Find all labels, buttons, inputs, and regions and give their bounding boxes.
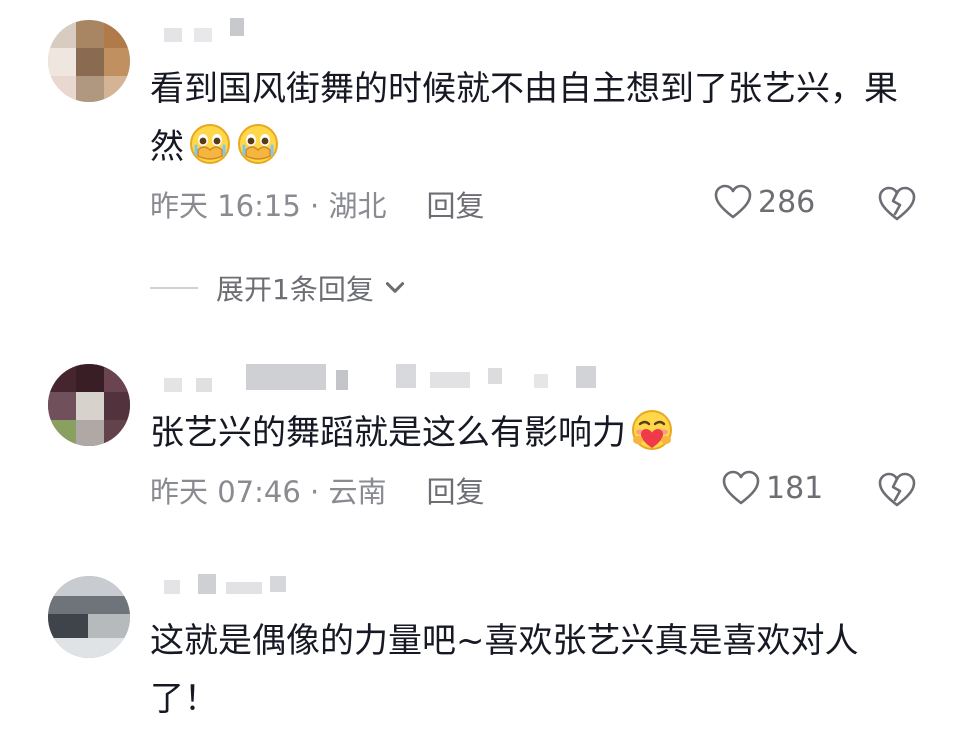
- comment-text-content: 张艺兴的舞蹈就是这么有影响力: [150, 413, 626, 453]
- comment-meta: 昨天 07:46 · 云南 回复: [150, 470, 484, 510]
- like-count: 286: [758, 184, 816, 220]
- dislike-button[interactable]: [878, 186, 916, 222]
- expand-replies-button[interactable]: 展开1条回复: [150, 268, 408, 308]
- like-button[interactable]: 181: [722, 470, 823, 506]
- avatar[interactable]: [48, 364, 130, 446]
- chevron-down-icon: [385, 282, 404, 293]
- heart-hug-face-emoji-icon: [630, 408, 674, 452]
- like-count: 181: [766, 470, 824, 506]
- pleading-hands-face-emoji-icon: [236, 122, 280, 166]
- comment-text: 这就是偶像的力量吧~喜欢张艺兴真是喜欢对人了！: [150, 612, 910, 728]
- comment-text-content: 这就是偶像的力量吧~喜欢张艺兴真是喜欢对人了！: [150, 621, 859, 719]
- avatar[interactable]: [48, 20, 130, 102]
- like-button[interactable]: 286: [714, 184, 815, 220]
- comment-text: 看到国风街舞的时候就不由自主想到了张艺兴，果然: [150, 60, 910, 176]
- reply-button[interactable]: 回复: [426, 469, 484, 511]
- username-blurred[interactable]: [150, 364, 630, 392]
- expand-replies-label: 展开1条回复: [216, 273, 374, 306]
- broken-heart-icon: [878, 472, 916, 507]
- comment-text: 张艺兴的舞蹈就是这么有影响力: [150, 404, 910, 462]
- heart-icon: [714, 184, 752, 219]
- timestamp-location: 昨天 16:15 · 湖北: [150, 189, 387, 223]
- reply-button[interactable]: 回复: [426, 183, 484, 225]
- timestamp-location: 昨天 07:46 · 云南: [150, 475, 387, 509]
- pleading-hands-face-emoji-icon: [188, 122, 232, 166]
- divider-line: [150, 287, 198, 289]
- username-blurred[interactable]: [150, 574, 310, 596]
- heart-icon: [722, 470, 760, 505]
- dislike-button[interactable]: [878, 472, 916, 508]
- comment-meta: 昨天 16:15 · 湖北 回复: [150, 184, 484, 224]
- broken-heart-icon: [878, 186, 916, 221]
- avatar[interactable]: [48, 576, 130, 658]
- username-blurred[interactable]: [150, 18, 270, 42]
